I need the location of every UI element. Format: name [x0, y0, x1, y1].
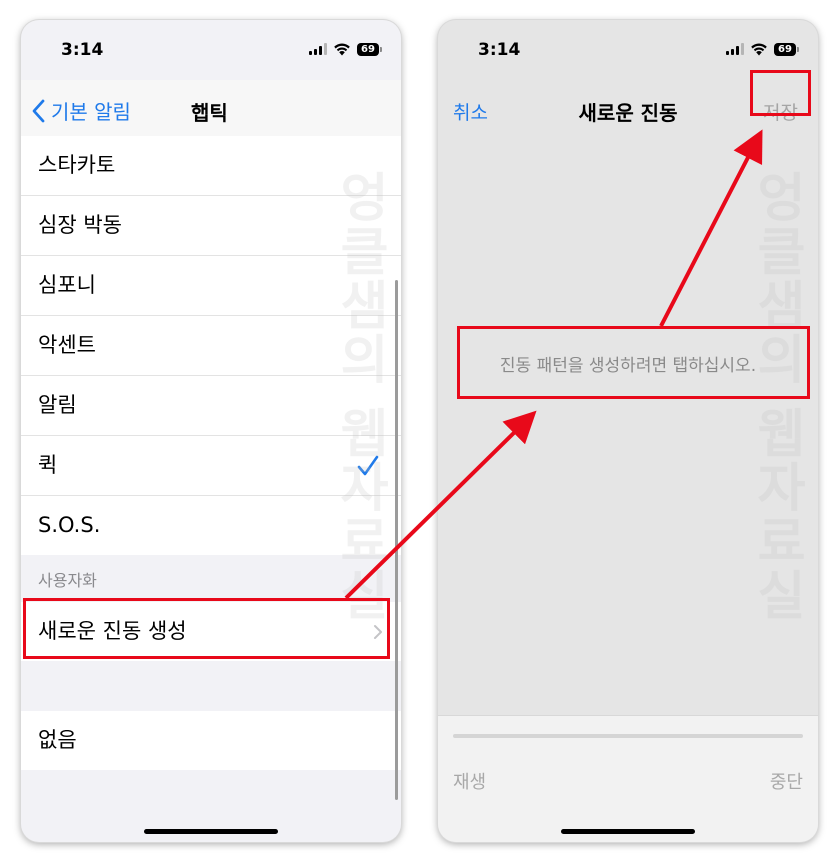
list-item[interactable]: 심장 박동 — [21, 196, 401, 256]
list-item-label: 심포니 — [38, 273, 96, 297]
page-title: 햅틱 — [191, 101, 228, 125]
battery-icon: 69 — [774, 42, 799, 56]
list-item[interactable]: 심포니 — [21, 256, 401, 316]
wifi-icon — [334, 43, 350, 56]
list-item-label: S.O.S. — [38, 513, 101, 537]
highlight-box-save — [750, 70, 811, 116]
playback-progress — [453, 734, 803, 738]
scrollbar[interactable] — [395, 280, 398, 800]
list-item-label: 스타카토 — [38, 153, 116, 177]
navigation-bar: 기본 알림 햅틱 — [21, 80, 401, 137]
haptic-pattern-list: 스타카토 심장 박동 심포니 악센트 알림 퀵 S.O.S. — [21, 136, 401, 555]
new-vibration-screen: 3:14 69 취소 새로운 진동 저장 진동 패턴을 생성하려면 탭하십시오.… — [438, 20, 818, 842]
status-time: 3:14 — [478, 40, 521, 60]
wifi-icon — [751, 43, 767, 56]
home-indicator — [561, 829, 695, 834]
list-item[interactable]: S.O.S. — [21, 496, 401, 555]
none-group: 없음 — [21, 711, 401, 770]
none-option-row[interactable]: 없음 — [21, 711, 401, 770]
list-item-label: 퀵 — [38, 453, 58, 477]
back-button[interactable]: 기본 알림 — [31, 96, 131, 125]
cellular-signal-icon — [726, 43, 744, 55]
home-indicator — [144, 829, 278, 834]
list-item-label: 심장 박동 — [38, 213, 122, 237]
checkmark-icon — [357, 455, 379, 476]
section-header-custom: 사용자화 — [38, 571, 97, 590]
highlight-box-create — [23, 598, 390, 659]
cellular-signal-icon — [309, 43, 327, 55]
playback-controls: 재생 중단 — [438, 715, 818, 842]
play-button[interactable]: 재생 — [453, 768, 486, 794]
highlight-box-hint — [457, 326, 810, 399]
back-label: 기본 알림 — [51, 100, 131, 124]
none-option-label: 없음 — [38, 728, 77, 752]
list-item-label: 악센트 — [38, 333, 96, 357]
haptics-screen: 3:14 69 기본 알림 햅틱 스타카토 심장 박동 심포니 악센트 알림 퀵… — [21, 20, 401, 842]
list-item[interactable]: 알림 — [21, 376, 401, 436]
list-item[interactable]: 스타카토 — [21, 136, 401, 196]
battery-icon: 69 — [357, 42, 382, 56]
chevron-left-icon — [32, 99, 45, 122]
list-item[interactable]: 악센트 — [21, 316, 401, 376]
status-time: 3:14 — [61, 40, 104, 60]
status-bar: 3:14 69 — [21, 20, 401, 80]
list-item-selected[interactable]: 퀵 — [21, 436, 401, 496]
list-item-label: 알림 — [38, 393, 77, 417]
stop-button[interactable]: 중단 — [770, 768, 803, 794]
